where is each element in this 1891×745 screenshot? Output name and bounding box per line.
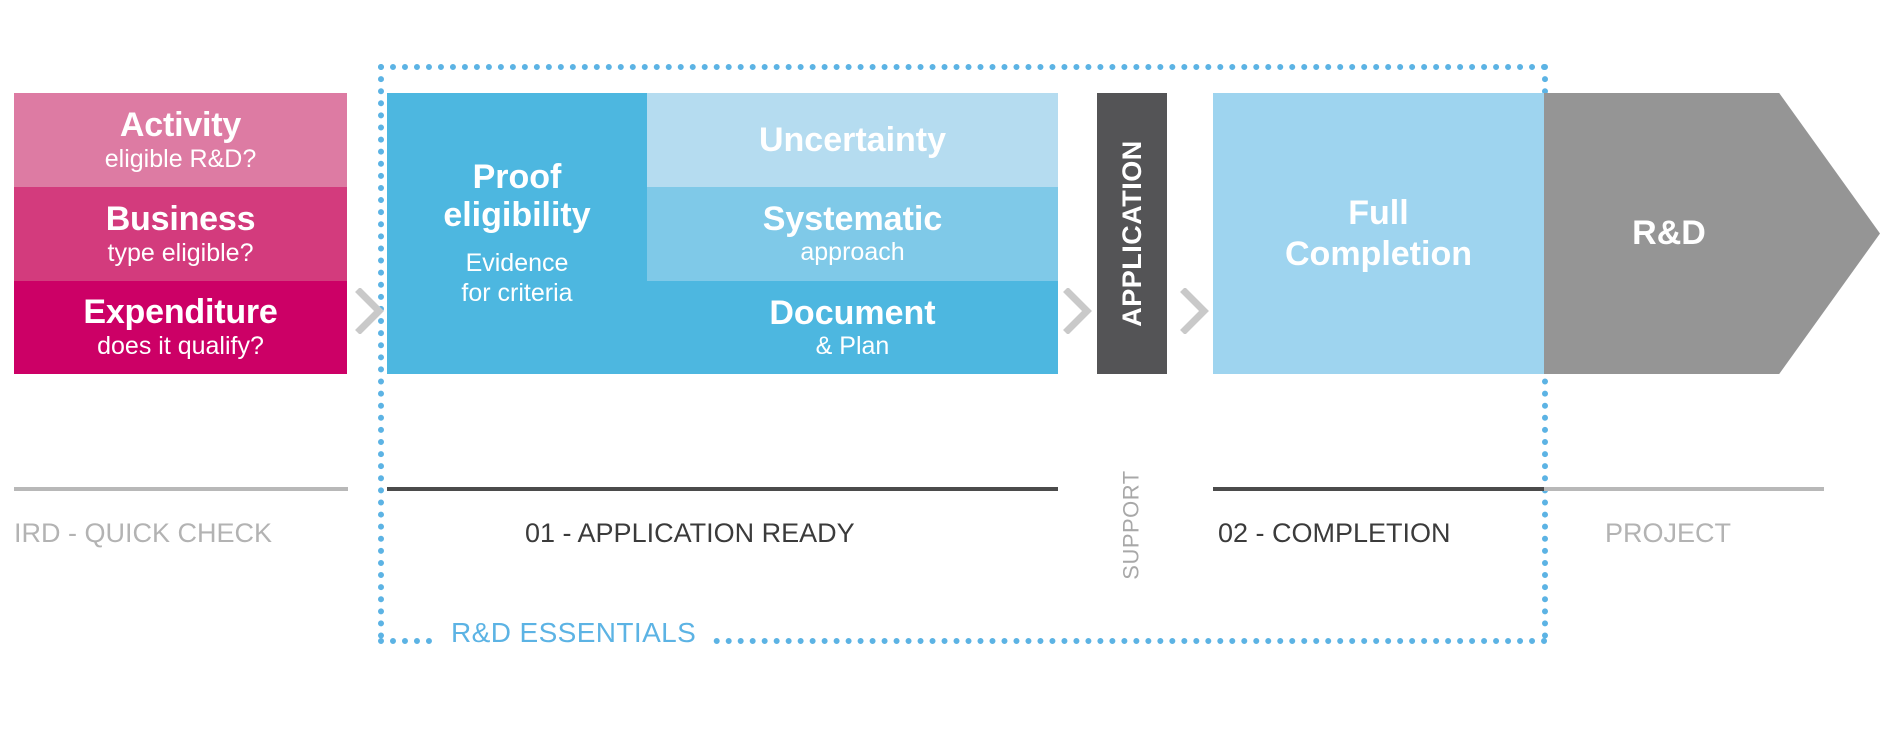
proof-sub-line2: for criteria bbox=[461, 278, 573, 307]
criteria-stack: Uncertainty Systematic approach Document… bbox=[647, 93, 1058, 374]
criteria-document-title: Document bbox=[769, 293, 936, 332]
rd-process-diagram: R&D ESSENTIALS Activity eligible R&D? Bu… bbox=[0, 0, 1891, 745]
criteria-systematic-subtitle: approach bbox=[800, 238, 905, 267]
application-column[interactable]: APPLICATION bbox=[1097, 93, 1167, 374]
quick-check-column: Activity eligible R&D? Business type eli… bbox=[14, 93, 347, 374]
criteria-cell-systematic[interactable]: Systematic approach bbox=[647, 187, 1058, 281]
rule-completion bbox=[1213, 487, 1544, 491]
proof-title-line2: eligibility bbox=[443, 195, 591, 234]
chevron-right-icon-3 bbox=[1180, 288, 1210, 334]
support-label: SUPPORT bbox=[1119, 470, 1145, 580]
quick-check-activity-title: Activity bbox=[119, 105, 242, 144]
quick-check-cell-activity[interactable]: Activity eligible R&D? bbox=[14, 93, 347, 187]
full-completion-block[interactable]: Full Completion bbox=[1213, 93, 1544, 374]
caption-quick-check: IRD - QUICK CHECK bbox=[14, 518, 273, 548]
quick-check-activity-subtitle: eligible R&D? bbox=[104, 144, 257, 173]
caption-completion: 02 - COMPLETION bbox=[1218, 518, 1451, 548]
rd-arrow-label: R&D bbox=[1632, 214, 1706, 252]
quick-check-expenditure-subtitle: does it qualify? bbox=[97, 332, 264, 361]
essentials-boundary-left bbox=[378, 64, 384, 639]
rule-application-ready bbox=[387, 487, 1058, 491]
rule-project bbox=[1544, 487, 1824, 491]
chevron-right-icon-1 bbox=[355, 288, 385, 334]
proof-title-line1: Proof bbox=[472, 158, 562, 197]
criteria-document-subtitle: & Plan bbox=[815, 331, 890, 360]
completion-title-line1: Full bbox=[1348, 194, 1409, 233]
criteria-cell-uncertainty[interactable]: Uncertainty bbox=[647, 93, 1058, 187]
essentials-label: R&D ESSENTIALS bbox=[437, 617, 711, 649]
application-column-label: APPLICATION bbox=[1116, 140, 1147, 327]
quick-check-cell-expenditure[interactable]: Expenditure does it qualify? bbox=[14, 281, 347, 374]
quick-check-cell-business[interactable]: Business type eligible? bbox=[14, 187, 347, 281]
rule-quick-check bbox=[14, 487, 348, 491]
proof-sub-line1: Evidence bbox=[465, 248, 569, 277]
quick-check-business-title: Business bbox=[105, 199, 256, 238]
caption-application-ready: 01 - APPLICATION READY bbox=[525, 518, 855, 548]
caption-project: PROJECT bbox=[1605, 518, 1732, 548]
criteria-uncertainty-title: Uncertainty bbox=[758, 120, 947, 159]
chevron-right-icon-2 bbox=[1063, 288, 1093, 334]
completion-title-line2: Completion bbox=[1285, 234, 1472, 273]
quick-check-expenditure-title: Expenditure bbox=[83, 293, 278, 332]
quick-check-business-subtitle: type eligible? bbox=[107, 238, 254, 267]
criteria-systematic-title: Systematic bbox=[762, 200, 943, 239]
rd-project-arrow[interactable]: R&D bbox=[1544, 93, 1880, 374]
proof-eligibility-block[interactable]: Proof eligibility Evidence for criteria bbox=[387, 93, 647, 374]
criteria-cell-document[interactable]: Document & Plan bbox=[647, 281, 1058, 374]
essentials-boundary-top bbox=[378, 64, 1548, 70]
support-label-wrap: SUPPORT bbox=[1097, 460, 1167, 590]
